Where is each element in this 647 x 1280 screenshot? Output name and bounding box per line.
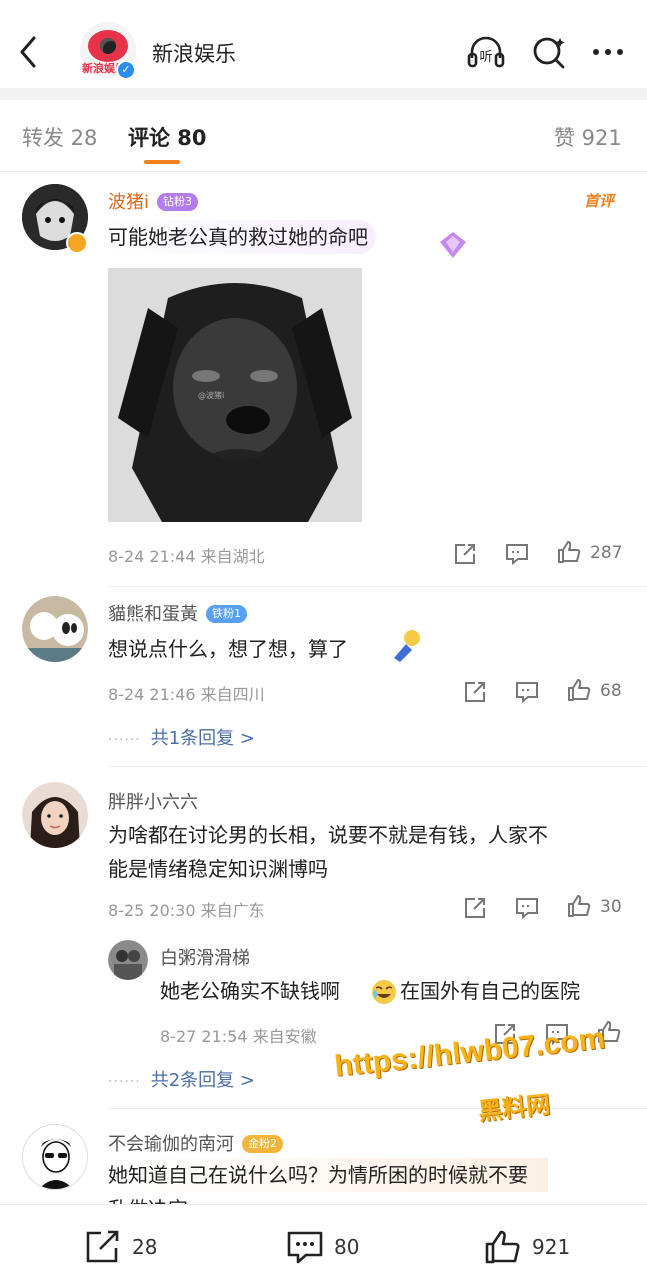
more-dots-icon — [593, 49, 623, 55]
tab-comments[interactable]: 评论 80 — [128, 122, 207, 152]
view-replies-link[interactable]: ······ 共2条回复 > — [108, 1066, 255, 1092]
tab-likes[interactable]: 赞 921 — [554, 122, 622, 152]
top-nav-bar: 新浪娱乐 ✓ 新浪娱乐 听 — [0, 0, 647, 88]
reply-author-name[interactable]: 白粥滑滑梯 — [160, 944, 250, 970]
share-icon[interactable] — [462, 895, 488, 921]
account-name[interactable]: 新浪娱乐 — [152, 38, 236, 68]
commenter-avatar[interactable] — [22, 782, 88, 848]
commenter-avatar[interactable] — [22, 596, 88, 662]
tab-repost[interactable]: 转发 28 — [22, 122, 97, 152]
comment-text-line2: 能是情绪稳定知识渊博吗 — [108, 857, 328, 881]
watermark-site-name: 黑料网 — [476, 1090, 552, 1126]
sina-eye-logo — [88, 30, 128, 62]
laughing-emoji-icon — [372, 980, 396, 1004]
watermark-url: https://hlwb07.com — [332, 1021, 607, 1084]
comment-button[interactable]: 80 — [286, 1229, 359, 1265]
like-icon[interactable] — [566, 677, 592, 703]
comment-meta: 8-24 21:44 来自湖北 — [108, 547, 265, 566]
share-icon[interactable] — [452, 541, 478, 567]
comment-divider — [108, 1108, 647, 1109]
search-button[interactable] — [530, 32, 570, 72]
like-count: 68 — [600, 681, 622, 701]
view-replies-text: 共2条回复 > — [150, 1070, 255, 1091]
headphone-icon: 听 — [467, 36, 505, 68]
comment-text: 可能她老公真的救过她的命吧 — [100, 220, 376, 254]
reply-text-part2: 在国外有自己的医院 — [400, 979, 580, 1003]
sleeping-emoji-icon — [394, 630, 420, 662]
verified-badge-icon: ✓ — [116, 60, 136, 80]
listen-label: 听 — [479, 50, 492, 65]
reply-meta: 8-27 21:54 来自安徽 — [160, 1027, 317, 1046]
like-count: 30 — [600, 897, 622, 917]
listen-button[interactable]: 听 — [466, 32, 506, 72]
commenter-name-text: 不会瑜伽的南河 — [108, 1134, 234, 1155]
comment-text-line1: 她知道自己在说什么吗？为情所困的时候就不要 — [108, 1158, 548, 1192]
commenter-name-text: 波猪i — [108, 192, 150, 213]
interaction-tabs: 转发 28 评论 80 赞 921 — [0, 100, 647, 172]
commenter-name-text: 貓熊和蛋黃 — [108, 604, 198, 625]
fan-badge: 钻粉3 — [157, 193, 199, 211]
commenter-name[interactable]: 波猪i 钻粉3 — [108, 188, 199, 214]
like-icon[interactable] — [566, 893, 592, 919]
diamond-icon — [440, 232, 466, 258]
like-count: 287 — [590, 543, 623, 563]
commenter-name[interactable]: 胖胖小六六 — [108, 788, 198, 814]
section-separator — [0, 88, 647, 100]
reply-icon[interactable] — [504, 541, 530, 567]
comment-meta: 8-25 20:30 来自广东 — [108, 901, 265, 920]
comment-text-line1: 为啥都在讨论男的长相，说要不就是有钱，人家不 — [108, 823, 548, 847]
commenter-avatar[interactable] — [22, 1124, 88, 1190]
comment-text: 想说点什么，想了想，算了 — [108, 637, 348, 661]
repost-count: 28 — [132, 1235, 158, 1259]
comment-icon — [287, 1231, 323, 1264]
first-comment-tag: 首评 — [584, 192, 615, 210]
like-icon[interactable] — [556, 539, 582, 565]
reply-text-part1: 她老公确实不缺钱啊 — [160, 979, 340, 1003]
view-replies-link[interactable]: ······ 共1条回复 > — [108, 724, 255, 750]
share-icon[interactable] — [462, 679, 488, 705]
active-tab-indicator — [144, 160, 180, 164]
search-icon — [533, 37, 565, 69]
comment-divider — [108, 766, 647, 767]
commenter-name[interactable]: 貓熊和蛋黃 铁粉1 — [108, 600, 247, 626]
back-arrow-icon[interactable] — [14, 30, 42, 74]
more-options-button[interactable] — [588, 32, 628, 72]
like-button[interactable]: 921 — [484, 1229, 570, 1265]
thumbs-up-icon — [485, 1230, 520, 1264]
fan-badge: 铁粉1 — [206, 605, 247, 623]
reply-icon[interactable] — [514, 679, 540, 705]
repost-button[interactable]: 28 — [84, 1229, 157, 1265]
comment-count: 80 — [334, 1235, 360, 1259]
repost-icon — [86, 1230, 119, 1263]
reply-avatar[interactable] — [108, 940, 148, 980]
fan-badge: 金粉2 — [242, 1135, 283, 1153]
like-total: 921 — [532, 1235, 571, 1259]
vip-badge-icon — [66, 232, 88, 254]
comment-meta: 8-24 21:46 来自四川 — [108, 685, 265, 704]
image-watermark: @波猪i — [198, 390, 224, 400]
bottom-action-bar: 28 80 921 — [0, 1204, 647, 1280]
comment-image-dog-meme[interactable]: @波猪i — [108, 268, 362, 522]
view-replies-text: 共1条回复 > — [150, 728, 255, 749]
reply-icon[interactable] — [514, 895, 540, 921]
comment-divider — [108, 586, 647, 587]
commenter-name[interactable]: 不会瑜伽的南河 金粉2 — [108, 1130, 283, 1156]
